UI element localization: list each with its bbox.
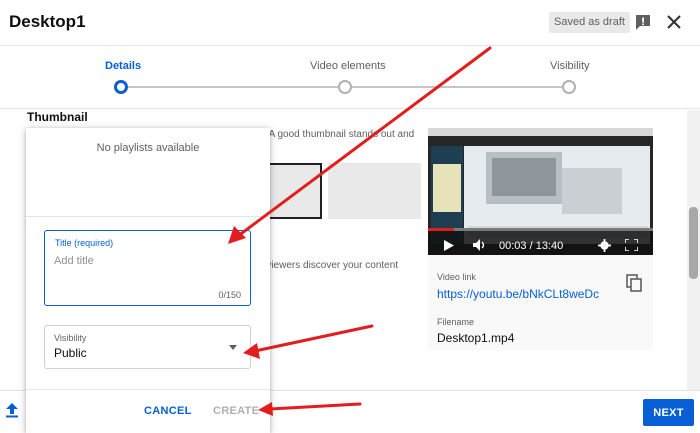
title-field[interactable]: Title (required) 0/150 <box>44 230 251 306</box>
chevron-down-icon[interactable] <box>229 345 237 350</box>
next-button[interactable]: NEXT <box>643 399 694 426</box>
play-icon[interactable] <box>444 240 454 251</box>
video-link-label: Video link <box>437 272 476 282</box>
upload-icon[interactable] <box>5 402 19 418</box>
title-char-counter: 0/150 <box>218 290 241 300</box>
saved-draft-badge: Saved as draft <box>549 12 630 33</box>
header: Desktop1 Saved as draft <box>0 0 700 46</box>
settings-gear-icon[interactable] <box>598 239 611 252</box>
dialog-divider <box>26 216 270 217</box>
video-frame-image <box>428 128 653 255</box>
cancel-button[interactable]: CANCEL <box>144 405 192 417</box>
scrollbar-track[interactable] <box>687 110 700 390</box>
video-preview-card: 00:03 / 13:40 Video link https://youtu.b… <box>428 128 653 350</box>
thumbnail-description: n. A good thumbnail stands out and <box>258 129 415 140</box>
copy-icon[interactable] <box>626 274 642 292</box>
step-dot-details[interactable] <box>114 80 128 94</box>
thumbnail-option-selected[interactable] <box>266 163 322 219</box>
visibility-label: Visibility <box>54 333 87 343</box>
visibility-select[interactable]: Visibility Public <box>44 325 251 369</box>
step-dot-video-elements[interactable] <box>338 80 352 94</box>
annotation-arrow-visibility <box>253 324 374 353</box>
create-button[interactable]: CREATE <box>213 405 259 417</box>
scrollbar-thumb[interactable] <box>689 207 698 279</box>
volume-icon[interactable] <box>473 239 487 251</box>
title-field-label: Title (required) <box>55 238 114 248</box>
video-timestamp: 00:03 / 13:40 <box>499 240 564 252</box>
progress-stepper: Details Video elements Visibility <box>0 46 700 109</box>
title-input[interactable] <box>54 255 242 267</box>
step-details[interactable]: Details <box>105 60 141 72</box>
new-playlist-dialog: No playlists available Title (required) … <box>26 128 270 433</box>
step-video-elements[interactable]: Video elements <box>310 60 386 72</box>
step-visibility[interactable]: Visibility <box>550 60 590 72</box>
feedback-icon[interactable] <box>634 13 652 31</box>
visibility-value: Public <box>54 346 87 360</box>
page-title: Desktop1 <box>9 12 86 31</box>
video-player[interactable]: 00:03 / 13:40 <box>428 128 653 255</box>
video-link[interactable]: https://youtu.be/bNkCLt8weDc <box>437 287 599 301</box>
dialog-divider <box>26 389 270 390</box>
thumbnail-option[interactable] <box>328 163 421 219</box>
close-icon[interactable] <box>664 12 684 32</box>
filename-label: Filename <box>437 317 475 327</box>
thumbnail-heading: Thumbnail <box>27 110 88 124</box>
upload-dialog-frame: Desktop1 Saved as draft Details Video el… <box>0 0 700 433</box>
filename-value: Desktop1.mp4 <box>437 331 515 345</box>
step-dot-visibility[interactable] <box>562 80 576 94</box>
fullscreen-icon[interactable] <box>625 239 638 251</box>
stepper-track <box>352 86 562 88</box>
tags-description: o viewers discover your content <box>258 260 399 271</box>
no-playlists-message: No playlists available <box>96 142 200 154</box>
stepper-track <box>128 86 338 88</box>
